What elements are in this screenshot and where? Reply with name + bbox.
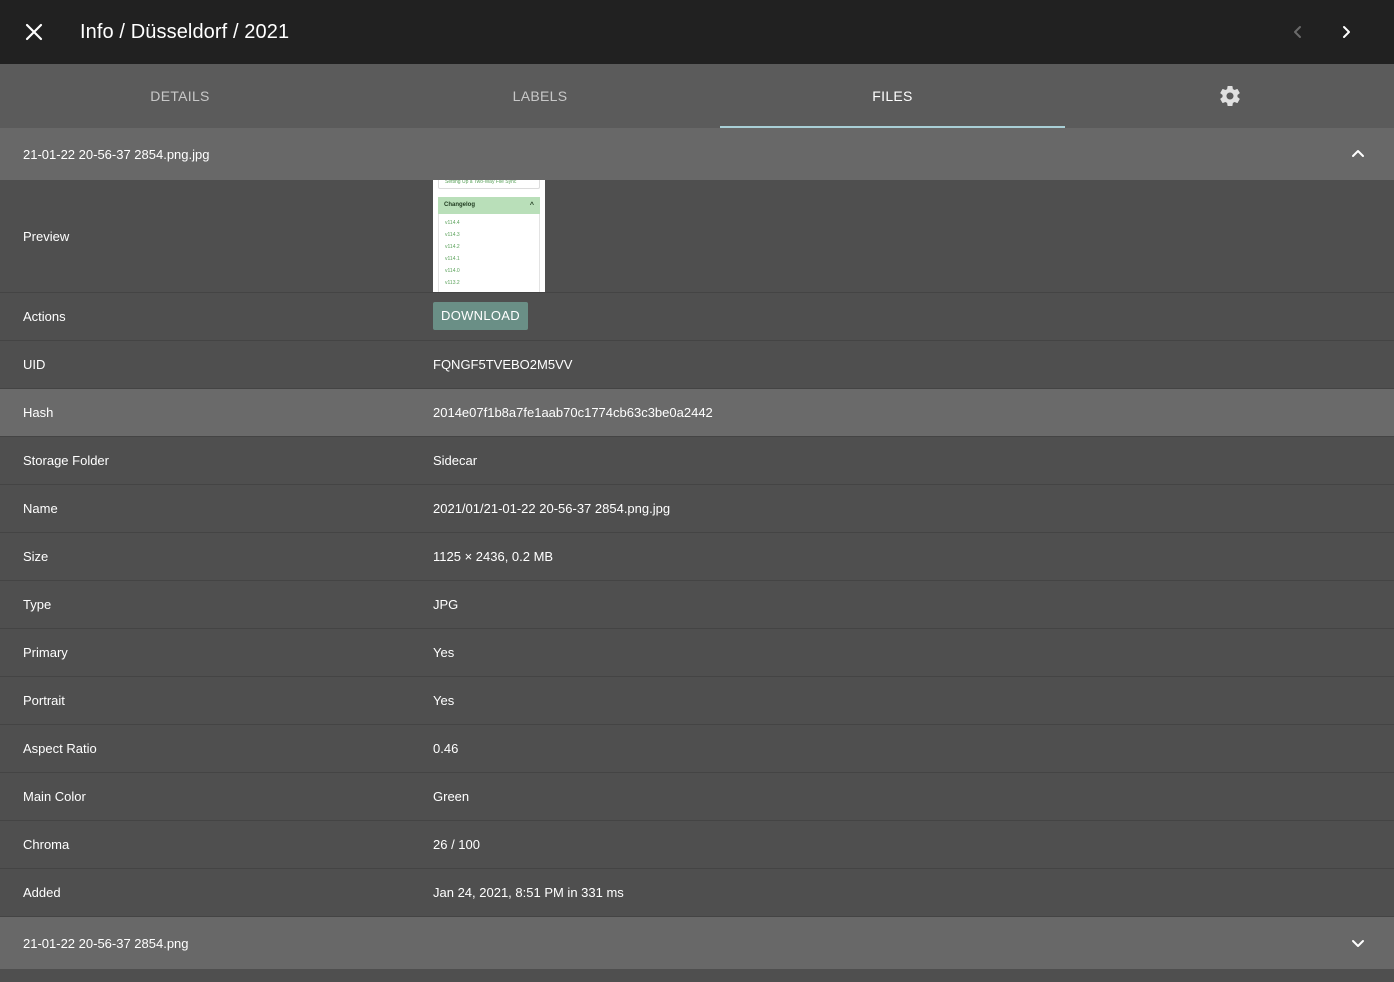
- row-label: Aspect Ratio: [23, 741, 97, 756]
- tab-settings[interactable]: [1065, 64, 1394, 128]
- table-row: Added Jan 24, 2021, 8:51 PM in 331 ms: [0, 869, 1394, 917]
- row-value: Sidecar: [433, 453, 478, 468]
- table-row: Aspect Ratio 0.46: [0, 725, 1394, 773]
- previous-button[interactable]: [1278, 12, 1318, 52]
- row-label: Primary: [23, 645, 68, 660]
- tab-files[interactable]: FILES: [720, 64, 1065, 128]
- thumb-item: v114.3: [445, 232, 460, 238]
- table-row: Chroma 26 / 100: [0, 821, 1394, 869]
- table-row: Storage Folder Sidecar: [0, 437, 1394, 485]
- file-details-table: Preview Setting Up a Two-Way File Sync C…: [0, 180, 1394, 917]
- row-label: Main Color: [23, 789, 86, 804]
- table-row: Primary Yes: [0, 629, 1394, 677]
- row-value: 2014e07f1b8a7fe1aab70c1774cb63c3be0a2442: [433, 405, 713, 420]
- row-value: 2021/01/21-01-22 20-56-37 2854.png.jpg: [433, 501, 671, 516]
- file-name: 21-01-22 20-56-37 2854.png: [23, 935, 189, 951]
- row-value: JPG: [433, 597, 459, 612]
- chevron-down-icon: [1352, 940, 1364, 947]
- tab-details[interactable]: DETAILS: [0, 64, 360, 128]
- tab-labels[interactable]: LABELS: [360, 64, 720, 128]
- dialog-toolbar: Info / Düsseldorf / 2021: [0, 0, 1394, 64]
- chevron-right-icon: [1343, 26, 1350, 38]
- thumb-item: v113.2: [445, 280, 460, 286]
- table-row-preview: Preview Setting Up a Two-Way File Sync C…: [0, 180, 1394, 293]
- chevron-left-icon: [1294, 26, 1301, 38]
- row-value: Yes: [433, 645, 455, 660]
- thumb-bar: Changelog ^: [438, 197, 540, 214]
- row-label: UID: [23, 357, 46, 372]
- table-row: Name 2021/01/21-01-22 20-56-37 2854.png.…: [0, 485, 1394, 533]
- next-button[interactable]: [1326, 12, 1366, 52]
- row-value: 26 / 100: [433, 837, 480, 852]
- chevron-up-icon: [1352, 150, 1364, 157]
- row-label: Storage Folder: [23, 453, 109, 468]
- row-value: 0.46: [433, 741, 459, 756]
- table-row: Main Color Green: [0, 773, 1394, 821]
- file-preview-thumbnail[interactable]: Setting Up a Two-Way File Sync Changelog…: [433, 180, 545, 292]
- row-value: FQNGF5TVEBO2M5VV: [433, 357, 573, 372]
- row-label: Actions: [23, 309, 66, 324]
- row-value: Jan 24, 2021, 8:51 PM in 331 ms: [433, 885, 624, 900]
- table-row: Size 1125 × 2436, 0.2 MB: [0, 533, 1394, 581]
- tab-bar: DETAILS LABELS FILES: [0, 64, 1394, 128]
- row-label: Preview: [23, 229, 70, 244]
- row-label: Portrait: [23, 693, 65, 708]
- thumb-item: v114.0: [445, 268, 460, 274]
- thumb-item: v114.2: [445, 244, 460, 250]
- row-value: 1125 × 2436, 0.2 MB: [433, 549, 554, 564]
- file-panel-header[interactable]: 21-01-22 20-56-37 2854.png.jpg: [0, 128, 1394, 180]
- row-value: Yes: [433, 693, 455, 708]
- row-label: Hash: [23, 405, 54, 420]
- row-label: Name: [23, 501, 58, 516]
- row-label: Added: [23, 885, 61, 900]
- table-row: UID FQNGF5TVEBO2M5VV: [0, 341, 1394, 389]
- table-row: Portrait Yes: [0, 677, 1394, 725]
- file-panel-header[interactable]: 21-01-22 20-56-37 2854.png: [0, 917, 1394, 969]
- table-row: Hash 2014e07f1b8a7fe1aab70c1774cb63c3be0…: [0, 389, 1394, 437]
- thumb-bar-text: Changelog: [444, 202, 475, 208]
- row-label: Type: [23, 597, 52, 612]
- table-row: Type JPG: [0, 581, 1394, 629]
- gear-icon: [1219, 86, 1240, 106]
- table-row-actions: Actions DOWNLOAD: [0, 293, 1394, 341]
- thumb-item: v114.4: [445, 220, 460, 226]
- close-icon: [25, 23, 43, 41]
- thumb-top-text: Setting Up a Two-Way File Sync: [438, 180, 540, 189]
- page-title: Info / Düsseldorf / 2021: [80, 21, 290, 43]
- thumb-panel: v114.4 v114.3 v114.2 v114.1 v114.0 v113.…: [438, 214, 540, 292]
- caret-up-icon: ^: [529, 202, 534, 209]
- download-button[interactable]: DOWNLOAD: [433, 302, 528, 330]
- row-value: Green: [433, 789, 470, 804]
- close-button[interactable]: [14, 12, 54, 52]
- row-label: Size: [23, 549, 49, 564]
- thumb-item: v114.1: [445, 256, 460, 262]
- file-name: 21-01-22 20-56-37 2854.png.jpg: [23, 146, 210, 162]
- row-label: Chroma: [23, 837, 70, 852]
